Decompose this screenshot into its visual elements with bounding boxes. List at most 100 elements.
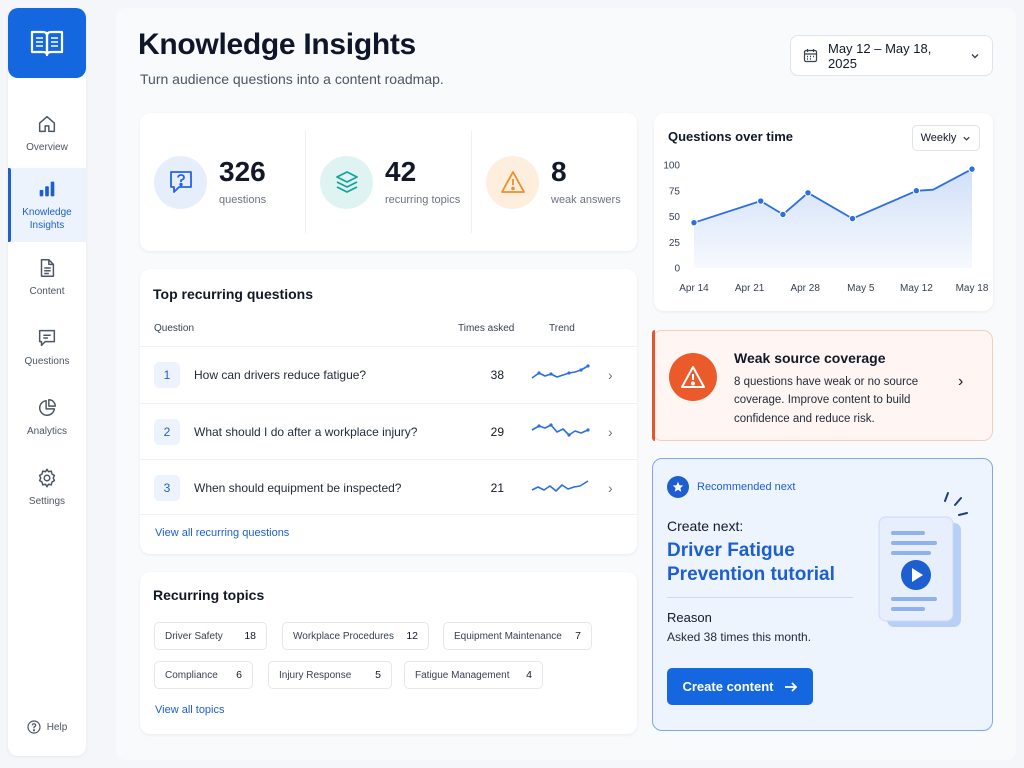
weak-coverage-text: 8 questions have weak or no source cover… [734, 376, 919, 425]
topic-label: Equipment Maintenance [454, 630, 562, 642]
chart-data-point[interactable] [779, 210, 787, 219]
sidebar-item-settings[interactable]: Settings [8, 452, 86, 522]
sidebar-item-label: Questions [24, 355, 70, 367]
stat-label: questions [219, 194, 267, 206]
weak-coverage-title: Weak source coverage [734, 350, 886, 366]
y-tick-label: 25 [669, 238, 681, 249]
pie-chart-icon [39, 398, 56, 416]
trend-sparkline [531, 423, 590, 437]
sidebar-item-label: Content [29, 285, 65, 297]
topic-label: Injury Response [279, 669, 352, 681]
x-tick-label: May 5 [847, 283, 875, 294]
view-all-topics-link[interactable]: View all topics [155, 704, 225, 716]
sidebar-item-content[interactable]: Content [8, 242, 86, 312]
message-icon [38, 329, 56, 346]
topic-count: 7 [575, 630, 581, 642]
topic-chip[interactable]: Workplace Procedures 12 [282, 622, 429, 650]
create-content-button[interactable]: Create content [667, 668, 813, 705]
column-header-times-asked: Times asked [458, 323, 515, 334]
question-icon [169, 171, 192, 193]
x-tick-label: Apr 14 [679, 283, 709, 294]
warning-icon-wrap [669, 353, 717, 401]
y-tick-label: 0 [674, 264, 680, 275]
date-range-picker[interactable]: May 12 – May 18, 2025 [790, 35, 993, 76]
question-row[interactable]: 2 What should I do after a workplace inj… [140, 403, 637, 459]
x-tick-label: May 12 [900, 283, 933, 294]
reason-text: Asked 38 times this month. [667, 630, 812, 644]
layers-icon-wrap [320, 155, 373, 209]
topic-label: Workplace Procedures [293, 630, 394, 642]
column-header-question: Question [154, 323, 195, 334]
stat-value: 326 [219, 156, 266, 187]
stat-questions[interactable]: 326 questions [140, 131, 306, 233]
warning-icon-wrap [486, 155, 539, 209]
help-link[interactable]: Help [8, 720, 86, 734]
topic-chip[interactable]: Fatigue Management 4 [404, 661, 543, 689]
chevron-down-icon [971, 53, 979, 58]
stat-label: weak answers [551, 194, 621, 206]
chart-data-point[interactable] [690, 218, 698, 227]
trend-sparkline [531, 364, 590, 379]
row-number: 2 [154, 418, 180, 445]
app-logo[interactable] [8, 8, 86, 78]
chart-data-point[interactable] [804, 189, 812, 197]
view-all-questions-link[interactable]: View all recurring questions [155, 527, 289, 539]
topic-label: Compliance [165, 669, 218, 681]
topic-label: Driver Safety [165, 630, 223, 642]
chevron-right-icon: › [608, 366, 613, 383]
sidebar-item-analytics[interactable]: Analytics [8, 382, 86, 452]
top-questions-card: Top recurring questions Question Times a… [140, 269, 637, 554]
sidebar-item-knowledge-insights[interactable]: Knowledge Insights [8, 168, 86, 242]
stat-weak-answers[interactable]: 8 weak answers [472, 131, 637, 233]
sidebar-item-label: Analytics [26, 425, 67, 437]
star-badge-icon [667, 476, 689, 498]
layers-icon [335, 171, 358, 193]
topic-label: Fatigue Management [415, 669, 510, 681]
recommended-title: Driver Fatigue Prevention tutorial [667, 540, 835, 586]
x-tick-label: Apr 21 [735, 283, 765, 294]
topic-chip[interactable]: Equipment Maintenance 7 [443, 622, 592, 650]
sidebar-item-questions[interactable]: Questions [8, 312, 86, 382]
recurring-topics-card: Recurring topics Driver Safety 18 Workpl… [140, 572, 637, 734]
stat-recurring-topics[interactable]: 42 recurring topics [306, 131, 472, 233]
x-tick-label: May 18 [956, 283, 989, 294]
column-header-trend: Trend [549, 323, 575, 334]
topic-count: 18 [244, 630, 256, 642]
arrow-right-icon [784, 681, 797, 692]
sidebar-item-overview[interactable]: Overview [8, 98, 86, 168]
sidebar-nav: Overview Knowledge Insights Content Ques… [8, 98, 86, 522]
question-text: When should equipment be inspected? [194, 480, 402, 495]
chart-data-point[interactable] [912, 187, 921, 195]
recurring-topics-title: Recurring topics [153, 587, 265, 603]
row-number: 3 [154, 474, 180, 501]
reason-label: Reason [667, 610, 712, 625]
chart-data-point[interactable] [757, 197, 765, 205]
question-row[interactable]: 3 When should equipment be inspected? 21… [140, 459, 637, 515]
topic-count: 5 [375, 669, 381, 681]
topic-count: 6 [236, 669, 242, 681]
chevron-right-icon: › [958, 373, 964, 390]
topic-chip[interactable]: Injury Response 5 [268, 661, 392, 689]
question-row[interactable]: 1 How can drivers reduce fatigue? 38 › [140, 346, 637, 402]
topic-chip[interactable]: Driver Safety 18 [154, 622, 267, 650]
chart-data-point[interactable] [968, 165, 976, 173]
y-tick-label: 75 [669, 186, 681, 197]
times-asked: 38 [490, 367, 504, 382]
stat-label: recurring topics [385, 194, 461, 206]
page-title: Knowledge Insights [138, 28, 416, 61]
stat-value: 42 [385, 156, 417, 187]
questions-over-time-card: Questions over time Weekly 0 25 50 75 100 Ap… [654, 113, 993, 311]
book-icon [30, 30, 64, 57]
chart-area-fill [694, 169, 972, 268]
sidebar: Overview Knowledge Insights Content Ques… [8, 8, 86, 756]
weak-coverage-alert[interactable]: Weak source coverage 8 questions have we… [652, 330, 993, 441]
warning-icon [500, 171, 525, 193]
question-icon-wrap [154, 155, 207, 209]
row-number: 1 [154, 361, 180, 388]
create-next-label: Create next: [667, 518, 744, 534]
recommended-next-card: Recommended next Create next: Driver Fat… [652, 458, 993, 731]
chart-data-point[interactable] [848, 214, 857, 223]
question-text: What should I do after a workplace injur… [194, 424, 418, 439]
trend-sparkline [531, 480, 589, 492]
topic-chip[interactable]: Compliance 6 [154, 661, 253, 689]
